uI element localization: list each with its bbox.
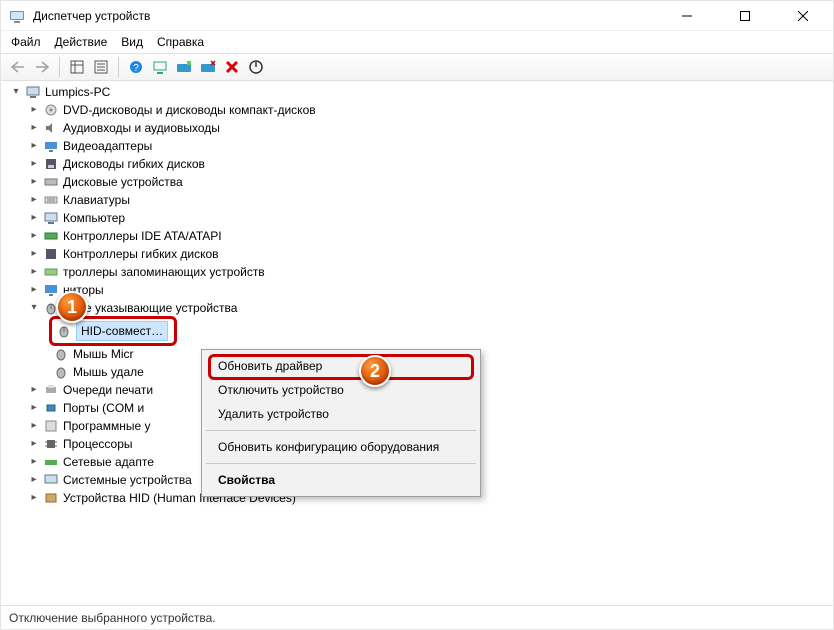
cm-separator (206, 463, 476, 464)
tree-item[interactable]: ▸Компьютер (5, 209, 829, 227)
ide-icon (43, 228, 59, 244)
tree-item-mice[interactable]: ▾иные указывающие устройства (5, 299, 829, 317)
mouse-icon (53, 346, 69, 362)
tree-item[interactable]: ▸Дисководы гибких дисков (5, 155, 829, 173)
toolbar-disable-icon[interactable] (197, 56, 219, 78)
menu-action[interactable]: Действие (55, 35, 108, 49)
window-controls (667, 2, 825, 30)
printer-icon (43, 382, 59, 398)
forward-button[interactable] (31, 56, 53, 78)
cm-update-driver[interactable]: Обновить драйвер (204, 354, 478, 378)
cm-scan-hardware[interactable]: Обновить конфигурацию оборудования (204, 435, 478, 459)
network-icon (43, 454, 59, 470)
toolbar-update-driver-icon[interactable] (173, 56, 195, 78)
tree-item[interactable]: ▸Контроллеры гибких дисков (5, 245, 829, 263)
menu-view[interactable]: Вид (121, 35, 143, 49)
keyboard-icon (43, 192, 59, 208)
tree-item[interactable]: ▸троллеры запоминающих устройств (5, 263, 829, 281)
toolbar-help-icon[interactable]: ? (125, 56, 147, 78)
context-menu: Обновить драйвер Отключить устройство Уд… (201, 349, 481, 497)
back-button[interactable] (7, 56, 29, 78)
menu-help[interactable]: Справка (157, 35, 204, 49)
tree-item[interactable]: ▸DVD-дисководы и дисководы компакт-диско… (5, 101, 829, 119)
disk-icon (43, 174, 59, 190)
floppy-icon (43, 156, 59, 172)
status-text: Отключение выбранного устройства. (9, 611, 216, 625)
app-icon (9, 8, 25, 24)
statusbar: Отключение выбранного устройства. (1, 605, 833, 629)
annotation-badge-2: 2 (359, 355, 391, 387)
toolbar-view-icon[interactable] (66, 56, 88, 78)
system-icon (43, 472, 59, 488)
tree-item-hid-mouse[interactable]: HID-совмест… (5, 317, 829, 345)
hid-icon (43, 490, 59, 506)
floppy-ctrl-icon (43, 246, 59, 262)
titlebar: Диспетчер устройств (1, 1, 833, 31)
menubar: Файл Действие Вид Справка (1, 31, 833, 53)
maximize-button[interactable] (725, 2, 765, 30)
tree-item[interactable]: ▸Видеоадаптеры (5, 137, 829, 155)
storage-ctrl-icon (43, 264, 59, 280)
tree-item[interactable]: ▸Контроллеры IDE ATA/ATAPI (5, 227, 829, 245)
toolbar-uninstall-icon[interactable] (221, 56, 243, 78)
toolbar-properties-icon[interactable] (90, 56, 112, 78)
monitor-icon (43, 282, 59, 298)
cm-properties[interactable]: Свойства (204, 468, 478, 492)
expand-icon[interactable]: ▾ (9, 83, 23, 101)
computer-icon (25, 84, 41, 100)
display-adapter-icon (43, 138, 59, 154)
window-title: Диспетчер устройств (33, 9, 150, 23)
cm-separator (206, 430, 476, 431)
cpu-icon (43, 436, 59, 452)
tree-item[interactable]: ▸Аудиовходы и аудиовыходы (5, 119, 829, 137)
cm-disable-device[interactable]: Отключить устройство (204, 378, 478, 402)
mouse-icon (53, 364, 69, 380)
mouse-icon (56, 323, 72, 339)
annotation-badge-1: 1 (56, 291, 88, 323)
toolbar-scan-icon[interactable] (149, 56, 171, 78)
svg-text:?: ? (133, 63, 139, 74)
dvd-icon (43, 102, 59, 118)
tree-root[interactable]: ▾ Lumpics-PC (5, 83, 829, 101)
close-button[interactable] (783, 2, 823, 30)
computer-icon (43, 210, 59, 226)
toolbar: ? (1, 53, 833, 81)
audio-icon (43, 120, 59, 136)
tree-item[interactable]: ▸ниторы (5, 281, 829, 299)
tree-item[interactable]: ▸Клавиатуры (5, 191, 829, 209)
menu-file[interactable]: Файл (11, 35, 41, 49)
device-manager-window: Диспетчер устройств Файл Действие Вид Сп… (0, 0, 834, 630)
tree-item[interactable]: ▸Дисковые устройства (5, 173, 829, 191)
port-icon (43, 400, 59, 416)
cm-uninstall-device[interactable]: Удалить устройство (204, 402, 478, 426)
device-tree[interactable]: ▾ Lumpics-PC ▸DVD-дисководы и дисководы … (5, 83, 829, 601)
software-icon (43, 418, 59, 434)
minimize-button[interactable] (667, 2, 707, 30)
toolbar-enable-icon[interactable] (245, 56, 267, 78)
